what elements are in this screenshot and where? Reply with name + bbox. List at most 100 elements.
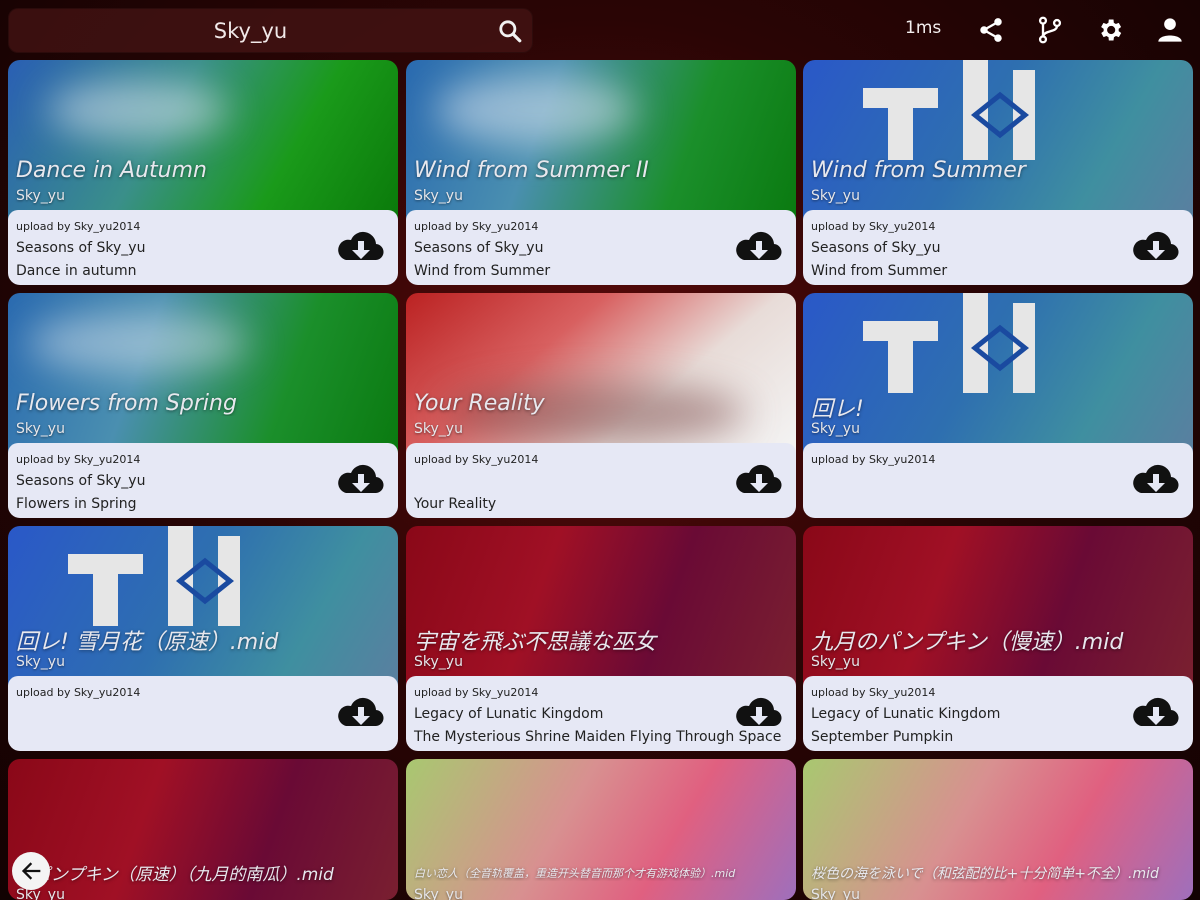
song-card[interactable]: Wind from Summer II Sky_yu upload by Sky… xyxy=(406,60,796,285)
song-info: upload by Sky_yu2014 Seasons of Sky_yu W… xyxy=(803,210,1193,285)
cover-image xyxy=(406,526,796,686)
song-card[interactable]: Flowers from Spring Sky_yu upload by Sky… xyxy=(8,293,398,518)
user-icon[interactable] xyxy=(1156,16,1184,44)
song-info: upload by Sky_yu2014 Legacy of Lunatic K… xyxy=(803,676,1193,751)
song-info: upload by Sky_yu2014 Seasons of Sky_yu D… xyxy=(8,210,398,285)
cover-image xyxy=(803,526,1193,686)
song-info: upload by Sky_yu2014 Seasons of Sky_yu W… xyxy=(406,210,796,285)
song-info: upload by Sky_yu2014 Legacy of Lunatic K… xyxy=(406,676,796,751)
song-title: 回レ! 雪月花（原速）.mid xyxy=(16,630,279,655)
song-card[interactable]: Your Reality Sky_yu upload by Sky_yu2014… xyxy=(406,293,796,518)
song-info: upload by Sky_yu2014 Your Reality xyxy=(406,443,796,518)
uploader-label: upload by Sky_yu2014 xyxy=(811,220,936,233)
uploader-label: upload by Sky_yu2014 xyxy=(811,686,936,699)
song-title: Dance in Autumn xyxy=(16,158,207,183)
song-title: Flowers from Spring xyxy=(16,391,237,416)
uploader-label: upload by Sky_yu2014 xyxy=(414,220,539,233)
cloud-download-icon[interactable] xyxy=(1131,461,1181,501)
song-artist: Sky_yu xyxy=(811,887,860,900)
gear-icon[interactable] xyxy=(1096,16,1124,44)
uploader-label: upload by Sky_yu2014 xyxy=(414,686,539,699)
song-subtitle: Wind from Summer xyxy=(811,263,948,279)
cloud-download-icon[interactable] xyxy=(336,461,386,501)
song-artist: Sky_yu xyxy=(811,188,860,204)
song-album: Seasons of Sky_yu xyxy=(16,240,146,256)
song-title: Your Reality xyxy=(414,391,545,416)
game-logo xyxy=(68,526,240,626)
song-artist: Sky_yu xyxy=(16,421,65,437)
search-box[interactable]: Sky_yu xyxy=(8,8,533,53)
uploader-label: upload by Sky_yu2014 xyxy=(16,220,141,233)
uploader-label: upload by Sky_yu2014 xyxy=(414,453,539,466)
song-title: 白い恋人（全音轨覆盖，重造开头替音而那个才有游戏体验）.mid xyxy=(414,867,736,880)
song-artist: Sky_yu xyxy=(16,887,65,900)
song-grid: Dance in Autumn Sky_yu upload by Sky_yu2… xyxy=(8,60,1194,900)
cloud-download-icon[interactable] xyxy=(336,694,386,734)
song-card[interactable]: 回レ! 雪月花（原速）.mid Sky_yu upload by Sky_yu2… xyxy=(8,526,398,751)
song-title: 回レ! xyxy=(811,397,864,422)
song-artist: Sky_yu xyxy=(811,421,860,437)
top-bar: Sky_yu 1ms xyxy=(0,0,1200,60)
song-artist: Sky_yu xyxy=(414,188,463,204)
ping-readout: 1ms xyxy=(905,18,942,38)
cover-image xyxy=(8,526,398,686)
arrow-left-icon xyxy=(21,862,41,880)
uploader-label: upload by Sky_yu2014 xyxy=(16,686,141,699)
share-icon[interactable] xyxy=(977,16,1005,44)
song-info: upload by Sky_yu2014 Seasons of Sky_yu F… xyxy=(8,443,398,518)
song-subtitle: Flowers in Spring xyxy=(16,496,137,512)
song-title: 九月のパンプキン（慢速）.mid xyxy=(811,630,1124,655)
song-album: Legacy of Lunatic Kingdom xyxy=(811,706,1001,722)
song-album: Legacy of Lunatic Kingdom xyxy=(414,706,604,722)
song-artist: Sky_yu xyxy=(16,188,65,204)
game-logo xyxy=(863,293,1035,393)
cover-image xyxy=(406,60,796,220)
game-logo xyxy=(863,60,1035,160)
cloud-download-icon[interactable] xyxy=(734,228,784,268)
song-title: のパンプキン（原速）（九月的南瓜）.mid xyxy=(16,865,334,885)
song-artist: Sky_yu xyxy=(811,654,860,670)
song-card[interactable]: 宇宙を飛ぶ不思議な巫女 Sky_yu upload by Sky_yu2014 … xyxy=(406,526,796,751)
song-info: upload by Sky_yu2014 xyxy=(803,443,1193,518)
search-icon[interactable] xyxy=(497,18,523,44)
song-card[interactable]: 回レ! Sky_yu upload by Sky_yu2014 xyxy=(803,293,1193,518)
song-card[interactable]: 桜色の海を泳いで（和弦配的比+十分简单+不全）.mid Sky_yu xyxy=(803,759,1193,900)
song-subtitle: Wind from Summer xyxy=(414,263,551,279)
song-card[interactable]: Dance in Autumn Sky_yu upload by Sky_yu2… xyxy=(8,60,398,285)
cover-image xyxy=(803,293,1193,453)
song-card[interactable]: のパンプキン（原速）（九月的南瓜）.mid Sky_yu xyxy=(8,759,398,900)
cloud-download-icon[interactable] xyxy=(734,461,784,501)
song-title: 宇宙を飛ぶ不思議な巫女 xyxy=(414,630,657,655)
cover-image xyxy=(406,293,796,453)
song-album: Seasons of Sky_yu xyxy=(811,240,941,256)
song-subtitle: The Mysterious Shrine Maiden Flying Thro… xyxy=(414,729,782,745)
cover-image xyxy=(803,60,1193,220)
song-subtitle: Dance in autumn xyxy=(16,263,137,279)
song-title: 桜色の海を泳いで（和弦配的比+十分简单+不全）.mid xyxy=(811,866,1159,882)
song-artist: Sky_yu xyxy=(414,654,463,670)
cloud-download-icon[interactable] xyxy=(1131,694,1181,734)
uploader-label: upload by Sky_yu2014 xyxy=(16,453,141,466)
cover-image xyxy=(8,293,398,453)
song-title: Wind from Summer xyxy=(811,158,1026,183)
song-card[interactable]: 九月のパンプキン（慢速）.mid Sky_yu upload by Sky_yu… xyxy=(803,526,1193,751)
song-subtitle: Your Reality xyxy=(414,496,497,512)
song-artist: Sky_yu xyxy=(414,421,463,437)
song-card[interactable]: Wind from Summer Sky_yu upload by Sky_yu… xyxy=(803,60,1193,285)
song-title: Wind from Summer II xyxy=(414,158,649,183)
song-album: Seasons of Sky_yu xyxy=(414,240,544,256)
cloud-download-icon[interactable] xyxy=(1131,228,1181,268)
song-subtitle: September Pumpkin xyxy=(811,729,954,745)
song-artist: Sky_yu xyxy=(414,887,463,900)
song-card[interactable]: 白い恋人（全音轨覆盖，重造开头替音而那个才有游戏体验）.mid Sky_yu xyxy=(406,759,796,900)
cover-image xyxy=(8,60,398,220)
song-info: upload by Sky_yu2014 xyxy=(8,676,398,751)
uploader-label: upload by Sky_yu2014 xyxy=(811,453,936,466)
fork-icon[interactable] xyxy=(1036,16,1064,44)
cloud-download-icon[interactable] xyxy=(336,228,386,268)
song-artist: Sky_yu xyxy=(16,654,65,670)
search-input[interactable]: Sky_yu xyxy=(8,8,493,53)
back-button[interactable] xyxy=(12,852,50,890)
cloud-download-icon[interactable] xyxy=(734,694,784,734)
song-album: Seasons of Sky_yu xyxy=(16,473,146,489)
